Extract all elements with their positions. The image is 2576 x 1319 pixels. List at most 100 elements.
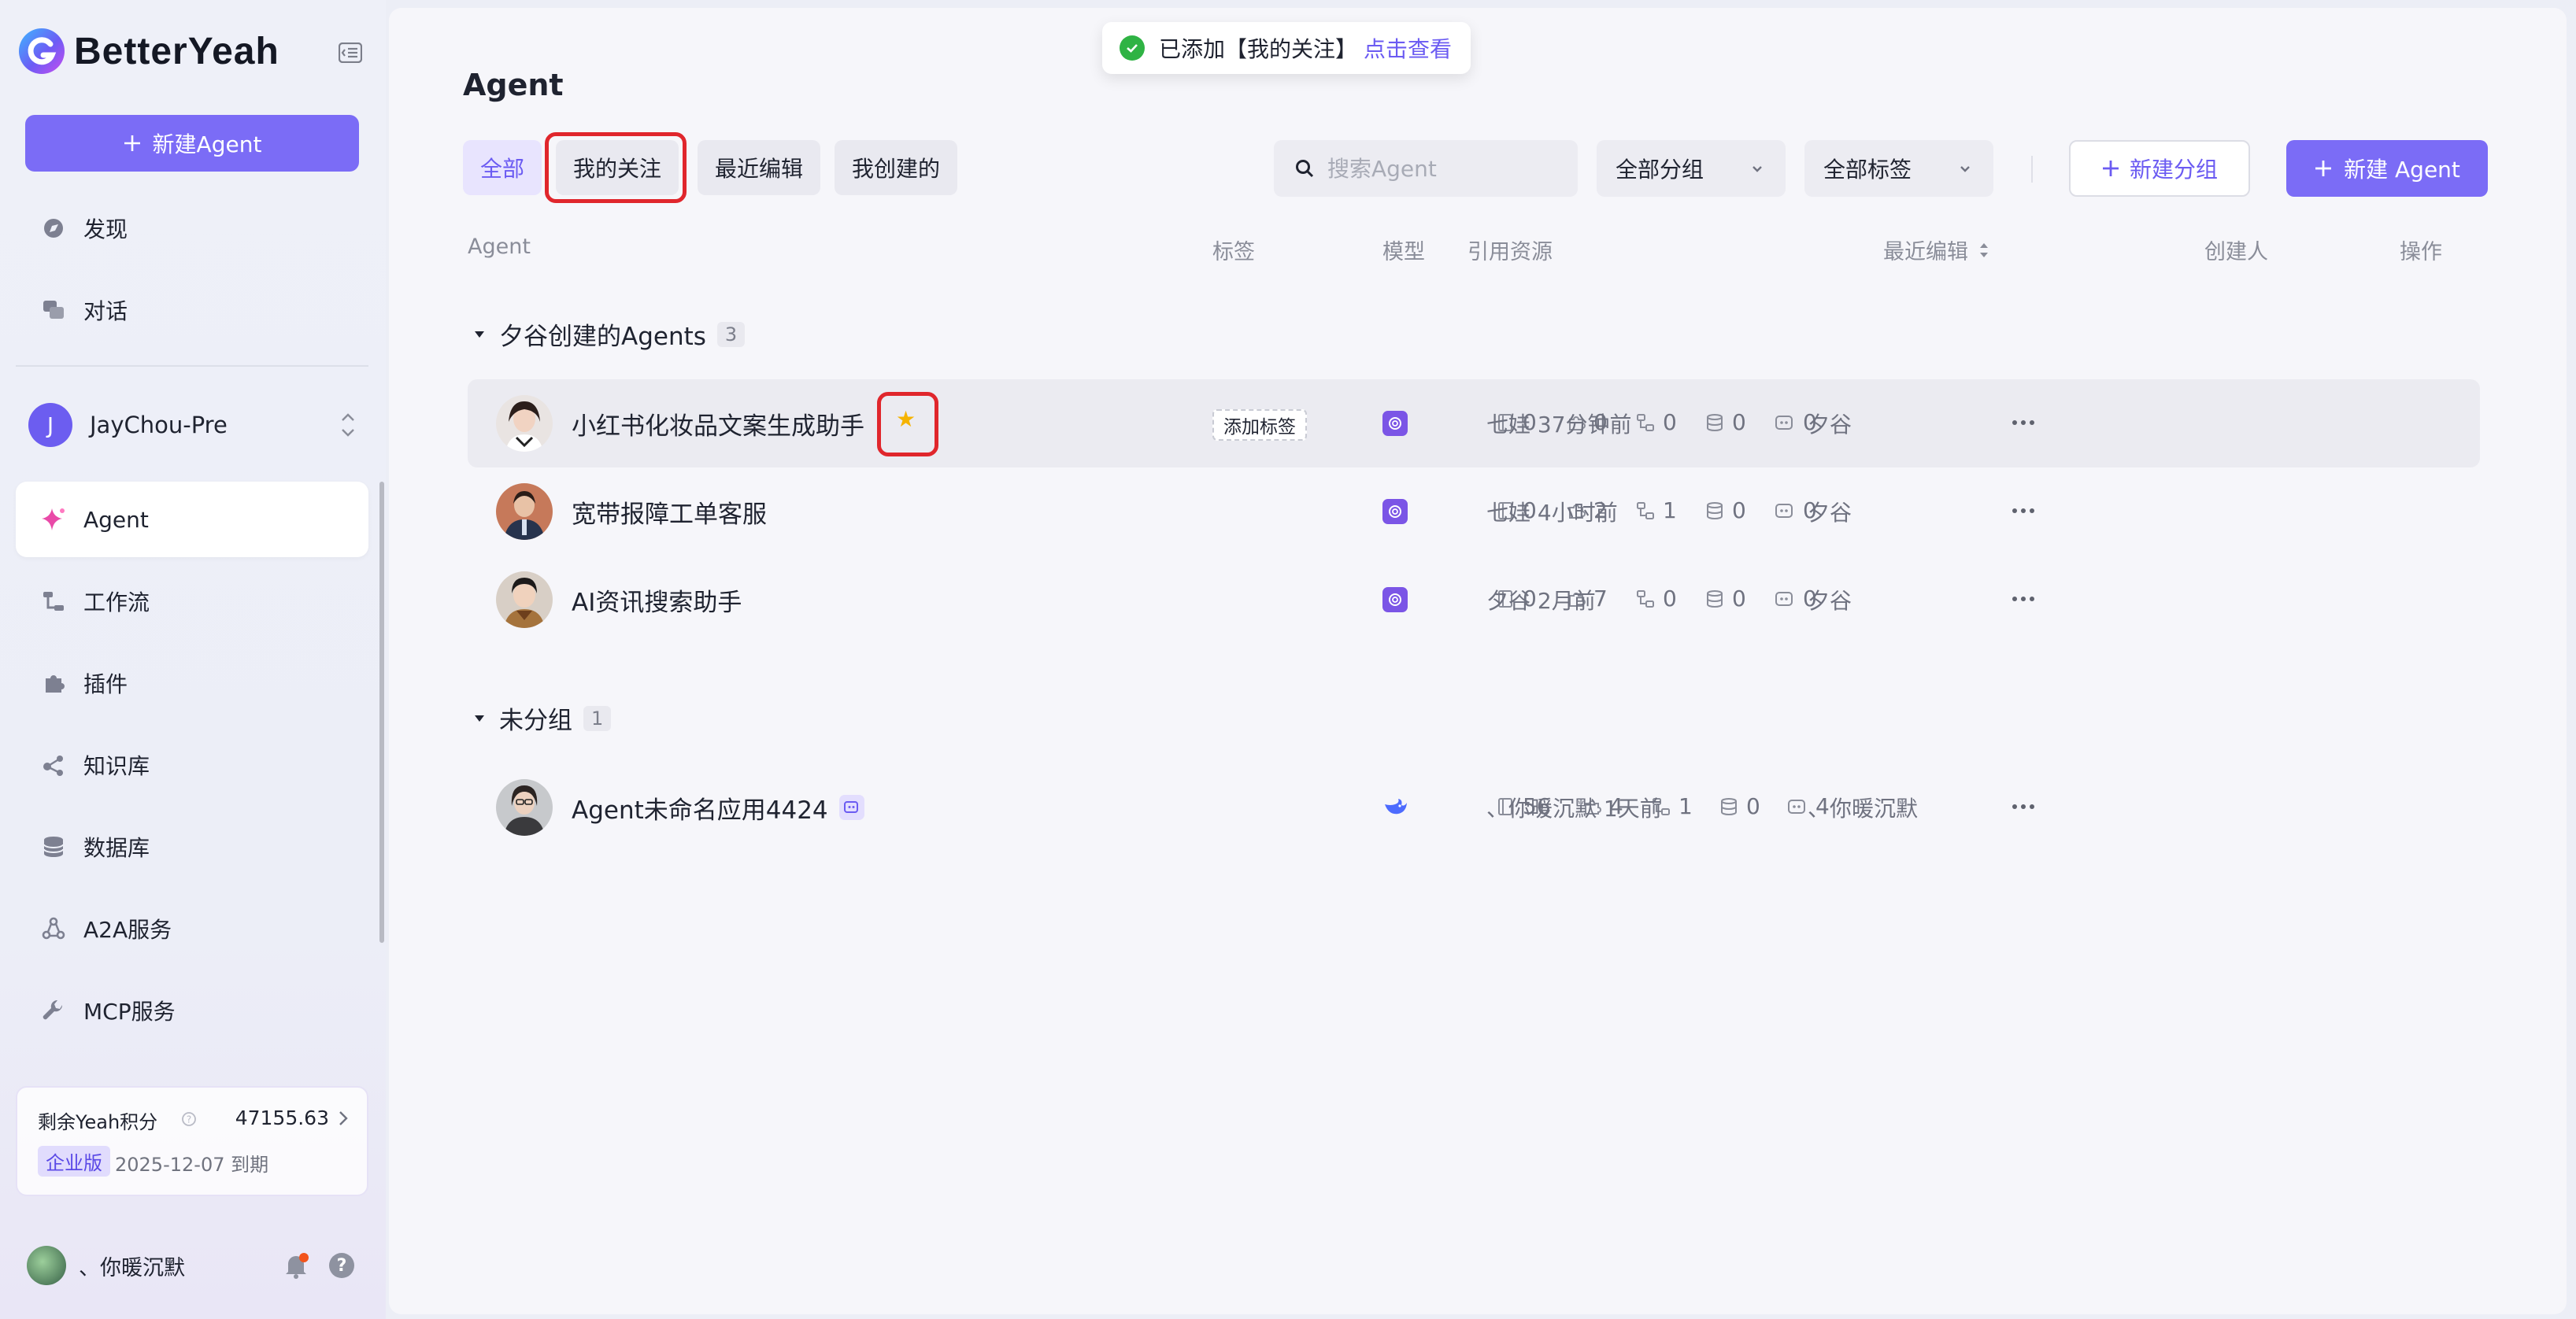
sidebar-scrollbar[interactable] <box>379 482 384 943</box>
agent-name[interactable]: AI资讯搜索助手 <box>572 582 742 618</box>
group-filter-select[interactable]: 全部分组 <box>1597 140 1786 197</box>
more-actions-icon[interactable] <box>2012 597 2034 601</box>
more-actions-icon[interactable] <box>2012 420 2034 425</box>
workflow-icon <box>39 587 68 615</box>
last-edit: 七娃 4小时前 <box>1486 500 1618 526</box>
group-header[interactable]: 未分组 1 <box>474 700 612 736</box>
sidebar-item-a2a[interactable]: A2A服务 <box>16 891 368 966</box>
collapse-icon <box>339 42 362 63</box>
tab-recent-edit[interactable]: 最近编辑 <box>698 140 821 195</box>
sidebar-item-label: A2A服务 <box>83 917 172 943</box>
agent-name[interactable]: Agent未命名应用4424 <box>572 790 828 826</box>
group-header[interactable]: 夕谷创建的Agents 3 <box>474 316 746 352</box>
resource-count-database: 0 <box>1705 409 1746 435</box>
tab-my-created[interactable]: 我创建的 <box>835 140 958 195</box>
sidebar-item-label: 插件 <box>83 671 128 697</box>
more-actions-icon[interactable] <box>2012 508 2034 513</box>
tag-filter-select[interactable]: 全部标签 <box>1804 140 1993 197</box>
app-logo[interactable]: BetterYeah <box>17 27 279 76</box>
openai-model-icon <box>1382 411 1408 436</box>
openai-model-icon <box>1382 499 1408 524</box>
table-row[interactable]: 小红书化妆品文案生成助手 ★ 添加标签 0 0 0 0 0 七娃 37分钟前 夕… <box>468 379 2480 467</box>
sidebar-item-label: 对话 <box>83 298 128 324</box>
workflow-icon <box>1637 501 1654 519</box>
new-agent-button[interactable]: 新建 Agent <box>2286 140 2488 197</box>
user-name: 、你暖沉默 <box>79 1255 185 1280</box>
chevron-down-icon <box>1752 166 1762 172</box>
column-header-creator: 创建人 <box>2204 240 2268 264</box>
group-name: 夕谷创建的Agents <box>499 323 706 351</box>
sidebar-item-discover[interactable]: 发现 <box>16 190 368 266</box>
add-tag-button[interactable]: 添加标签 <box>1212 409 1307 441</box>
collapse-sidebar-button[interactable] <box>334 36 367 69</box>
deepseek-model-icon <box>1382 795 1409 822</box>
column-header-last-edit[interactable]: 最近编辑 <box>1883 235 1990 265</box>
table-row[interactable]: AI资讯搜索助手 0 7 0 0 0 夕谷 2月前 夕谷 <box>468 556 2480 644</box>
bell-icon[interactable] <box>280 1250 312 1281</box>
column-header-last-edit-label: 最近编辑 <box>1883 240 1968 264</box>
sidebar-item-label: Agent <box>83 506 149 533</box>
database-icon <box>39 833 68 861</box>
toast-view-link[interactable]: 点击查看 <box>1364 32 1452 64</box>
sidebar-new-agent-button[interactable]: 新建Agent <box>25 115 359 172</box>
points-card[interactable]: 剩余Yeah积分 ? 47155.63 企业版 2025-12-07 到期 <box>16 1086 368 1196</box>
search-box[interactable] <box>1274 140 1578 197</box>
more-actions-icon[interactable] <box>2012 804 2034 809</box>
help-icon[interactable]: ? <box>329 1253 354 1278</box>
search-input[interactable] <box>1327 155 1564 182</box>
sidebar-item-label: 数据库 <box>83 835 150 861</box>
avatar <box>496 779 553 836</box>
search-icon <box>1296 160 1314 178</box>
points-label: 剩余Yeah积分 <box>38 1111 158 1133</box>
creator: 、你暖沉默 <box>1808 796 1919 822</box>
sidebar-item-mcp[interactable]: MCP服务 <box>16 973 368 1048</box>
avatar[interactable] <box>27 1246 66 1285</box>
agent-name[interactable]: 小红书化妆品文案生成助手 <box>572 406 864 442</box>
workspace-name: JayChou-Pre <box>90 412 228 438</box>
new-group-button[interactable]: 新建分组 <box>2069 140 2250 197</box>
caret-down-icon <box>475 331 484 338</box>
plus-icon <box>124 135 140 151</box>
bot-icon <box>1775 591 1793 606</box>
a2a-icon <box>39 914 68 943</box>
sidebar-item-label: MCP服务 <box>83 999 176 1025</box>
table-row[interactable]: Agent未命名应用4424 56 4 1 0 4 、你暖沉默 1天前 、你暖沉… <box>468 763 2480 852</box>
app-name: BetterYeah <box>74 30 279 72</box>
bot-icon <box>1788 799 1805 814</box>
column-header-actions: 操作 <box>2400 240 2442 264</box>
avatar <box>496 395 553 452</box>
user-profile[interactable]: 、你暖沉默 ? <box>27 1243 365 1288</box>
group-count: 1 <box>583 705 612 731</box>
last-edit: 七娃 37分钟前 <box>1486 412 1632 438</box>
bot-icon <box>1775 503 1793 518</box>
new-group-label: 新建分组 <box>2129 157 2218 183</box>
workspace-switcher[interactable]: J JayChou-Pre <box>28 401 359 449</box>
sort-icon <box>1980 242 1988 257</box>
check-circle-icon <box>1120 35 1145 61</box>
caret-down-icon <box>475 715 484 722</box>
sidebar-item-plugins[interactable]: 插件 <box>16 645 368 721</box>
sidebar-item-chat[interactable]: 对话 <box>16 272 368 348</box>
sidebar-item-label: 发现 <box>83 216 128 242</box>
last-edit: 、你暖沉默 1天前 <box>1486 796 1662 822</box>
database-icon <box>1707 501 1723 519</box>
plus-icon <box>2315 161 2332 176</box>
star-icon[interactable]: ★ <box>896 406 916 432</box>
sidebar-item-label: 工作流 <box>83 589 150 615</box>
help-circle-icon[interactable]: ? <box>181 1111 197 1127</box>
sidebar-item-database[interactable]: 数据库 <box>16 809 368 885</box>
plus-icon <box>2102 161 2119 176</box>
success-toast: 已添加【我的关注】 点击查看 <box>1102 22 1471 74</box>
sidebar-item-knowledge[interactable]: 知识库 <box>16 727 368 803</box>
sidebar-item-agent[interactable]: Agent <box>16 482 368 557</box>
sidebar-item-workflow[interactable]: 工作流 <box>16 563 368 639</box>
agent-name[interactable]: 宽带报障工单客服 <box>572 494 767 530</box>
puzzle-icon <box>39 669 68 697</box>
highlight-box-my-follow <box>545 132 687 203</box>
svg-text:?: ? <box>187 1114 191 1125</box>
wrench-icon <box>39 996 68 1025</box>
sparkle-icon <box>39 505 68 534</box>
tab-all[interactable]: 全部 <box>463 140 542 195</box>
main-panel: Agent 全部 我的关注 最近编辑 我创建的 全部分组 全部标签 新建分组 新… <box>389 8 2567 1314</box>
table-row[interactable]: 宽带报障工单客服 0 2 1 0 0 七娃 4小时前 夕谷 <box>468 467 2480 556</box>
